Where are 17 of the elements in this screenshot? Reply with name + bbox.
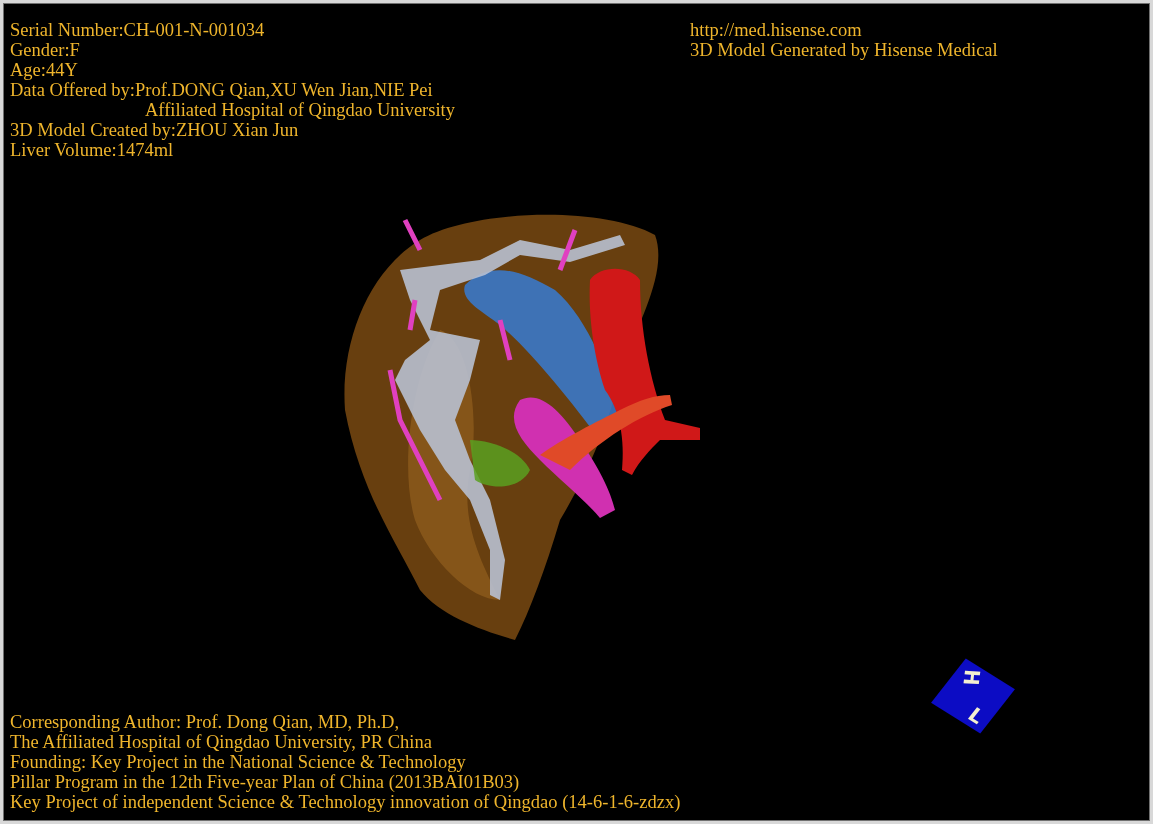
info-text: 3D Model Created by:ZHOU Xian Jun	[10, 120, 299, 140]
credit-text: http://med.hisense.com	[690, 20, 862, 40]
cube-letter: L	[963, 703, 989, 728]
info-text: Data Offered by:Prof.DONG Qian,XU Wen Jian,NIE Pei	[10, 80, 433, 100]
funding-text: Key Project of independent Science & Technology innovation of Qingdao (14-6-1-6-zdzx)	[10, 792, 681, 812]
info-text: Affiliated Hospital of Qingdao University	[144, 100, 455, 120]
info-text: Liver Volume:1474ml	[10, 140, 174, 160]
info-text: Serial Number:CH-001-N-001034	[10, 20, 265, 40]
info-text: Age:44Y	[10, 60, 78, 80]
info-text: Gender:F	[10, 40, 80, 60]
credit-text: 3D Model Generated by Hisense Medical	[690, 40, 998, 60]
orientation-cube[interactable]: H L	[931, 658, 1015, 734]
funding-text: The Affiliated Hospital of Qingdao University, PR China	[10, 732, 432, 752]
funding-text: Founding: Key Project in the National Science & Technology	[10, 752, 466, 772]
funding-text: Pillar Program in the 12th Five-year Plan of China (2013BAI01B03)	[10, 772, 520, 792]
cube-letter: H	[959, 668, 984, 687]
funding-text: Corresponding Author: Prof. Dong Qian, MD, Ph.D,	[10, 712, 399, 732]
